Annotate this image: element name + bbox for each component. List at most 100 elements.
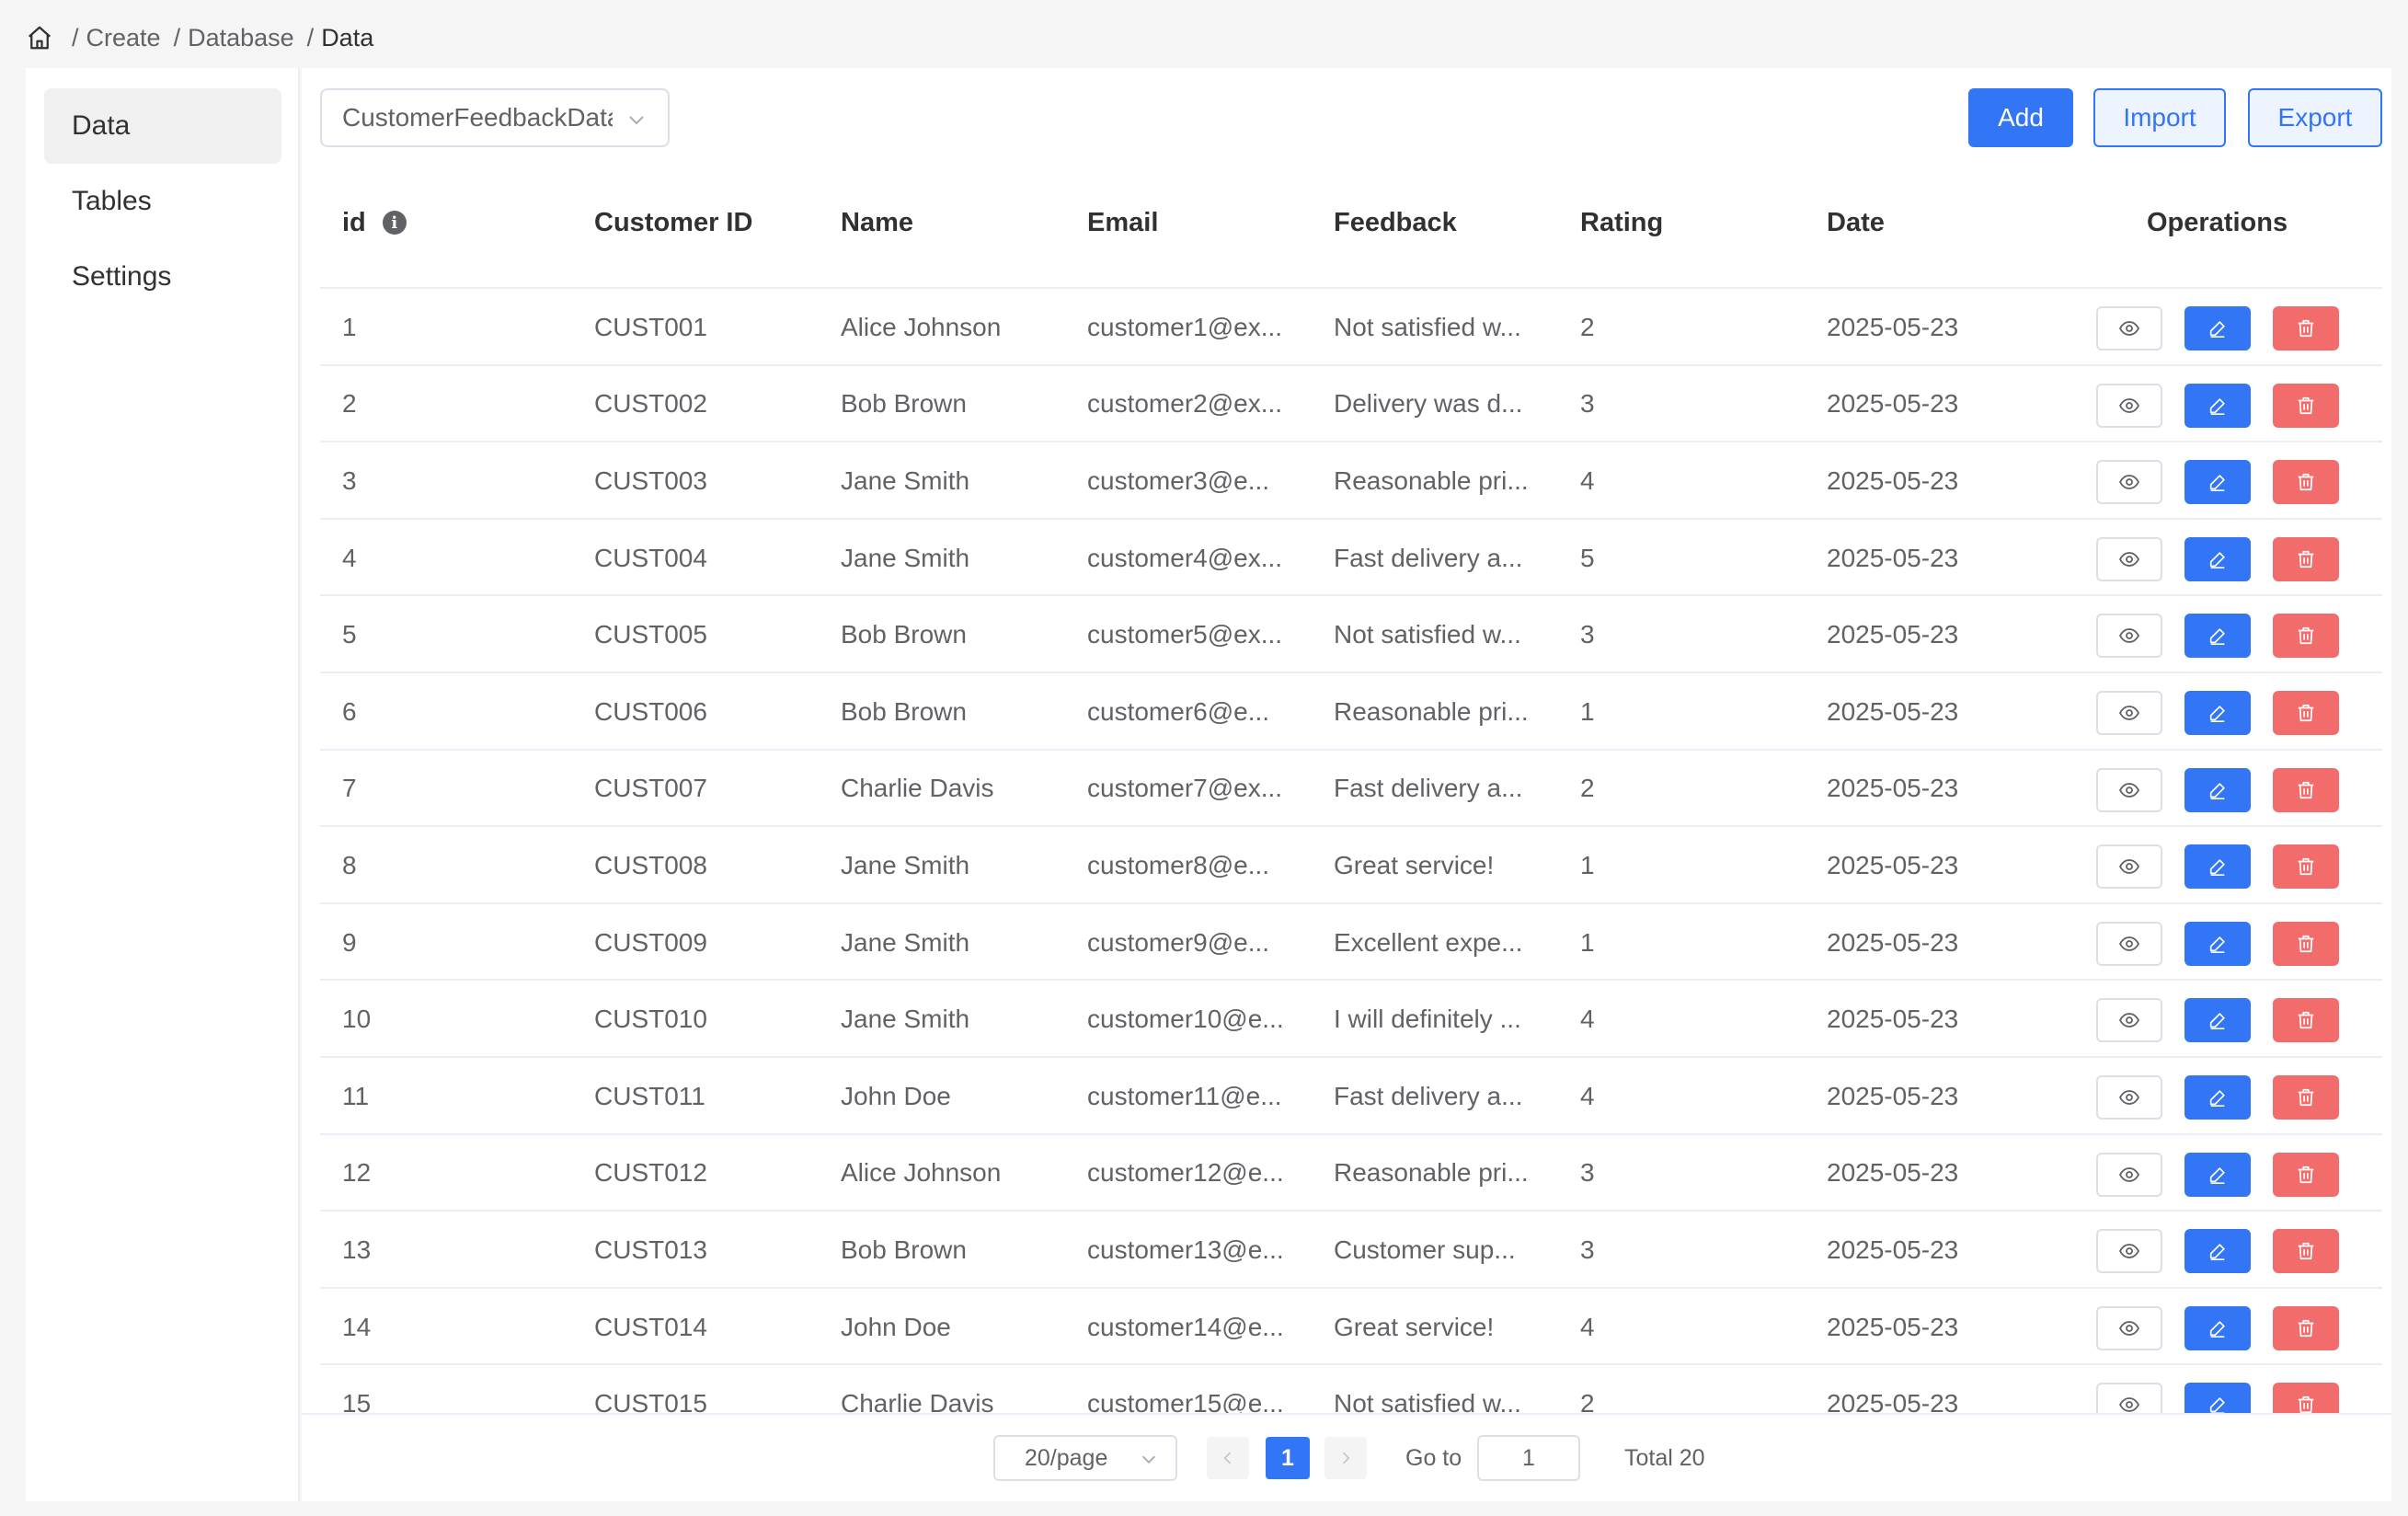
cell-customer-id: CUST002 [594,389,707,419]
sidebar-item-data[interactable]: Data [44,88,281,164]
delete-button[interactable] [2273,1383,2339,1413]
view-button[interactable] [2096,1152,2162,1197]
page-size-select[interactable]: 20/page [993,1435,1177,1481]
table-select[interactable]: CustomerFeedbackData [320,88,670,147]
table-row: 1 CUST001 Alice Johnson customer1@ex... Not … [320,289,2382,366]
delete-button[interactable] [2273,1074,2339,1120]
delete-button[interactable] [2273,1305,2339,1350]
chevron-down-icon [629,116,644,125]
delete-button[interactable] [2273,536,2339,581]
eye-icon [2118,471,2140,493]
table-row: 10 CUST010 Jane Smith customer10@e... I will… [320,981,2382,1058]
next-page-button[interactable] [1324,1437,1367,1479]
edit-icon [2207,396,2228,416]
sidebar-item-tables[interactable]: Tables [44,164,281,239]
breadcrumb-separator: / [306,23,315,52]
table-row: 9 CUST009 Jane Smith customer9@e... Excellen… [320,904,2382,982]
page-number-button[interactable]: 1 [1266,1437,1310,1479]
delete-button[interactable] [2273,844,2339,890]
eye-icon [2118,1086,2140,1108]
cell-date: 2025-05-23 [1827,1005,1959,1034]
export-button[interactable]: Export [2248,88,2382,147]
edit-button[interactable] [2184,1152,2251,1197]
cell-name: Bob Brown [841,696,967,726]
view-button[interactable] [2096,844,2162,890]
view-button[interactable] [2096,1229,2162,1274]
table-select-value: CustomerFeedbackData [342,103,613,132]
edit-button[interactable] [2184,460,2251,505]
edit-button[interactable] [2184,690,2251,735]
delete-button[interactable] [2273,998,2339,1043]
view-button[interactable] [2096,921,2162,966]
view-button[interactable] [2096,1383,2162,1413]
edit-icon [2207,780,2228,800]
delete-button[interactable] [2273,383,2339,428]
breadcrumb-database[interactable]: Database [188,24,294,52]
cell-name: Alice Johnson [841,1158,1002,1188]
cell-customer-id: CUST006 [594,696,707,726]
delete-button[interactable] [2273,1152,2339,1197]
edit-icon [2207,626,2228,646]
home-icon[interactable] [26,23,55,52]
cell-date: 2025-05-23 [1827,620,1959,649]
edit-button[interactable] [2184,1383,2251,1413]
info-icon[interactable]: i [382,211,407,235]
edit-button[interactable] [2184,998,2251,1043]
sidebar-item-settings[interactable]: Settings [44,239,281,315]
view-button[interactable] [2096,383,2162,428]
view-button[interactable] [2096,767,2162,812]
edit-button[interactable] [2184,383,2251,428]
cell-customer-id: CUST004 [594,543,707,572]
view-button[interactable] [2096,1305,2162,1350]
edit-button[interactable] [2184,536,2251,581]
view-button[interactable] [2096,536,2162,581]
delete-button[interactable] [2273,306,2339,350]
cell-rating: 4 [1580,465,1595,495]
edit-button[interactable] [2184,1305,2251,1350]
breadcrumb-create[interactable]: Create [86,24,161,52]
cell-email: customer12@e... [1087,1158,1284,1188]
cell-date: 2025-05-23 [1827,1081,1959,1110]
edit-button[interactable] [2184,614,2251,659]
delete-button[interactable] [2273,690,2339,735]
view-button[interactable] [2096,306,2162,350]
add-button[interactable]: Add [1968,88,2073,147]
breadcrumb-separator: / [72,23,79,52]
delete-button[interactable] [2273,460,2339,505]
delete-button[interactable] [2273,1229,2339,1274]
cell-date: 2025-05-23 [1827,1235,1959,1264]
import-button[interactable]: Import [2093,88,2226,147]
delete-button[interactable] [2273,921,2339,966]
cell-customer-id: CUST009 [594,927,707,957]
view-button[interactable] [2096,614,2162,659]
edit-button[interactable] [2184,921,2251,966]
cell-feedback: Delivery was d... [1334,389,1523,419]
sidebar-item-label: Settings [72,261,172,292]
trash-icon [2296,318,2316,339]
prev-page-button[interactable] [1207,1437,1249,1479]
trash-icon [2296,934,2316,954]
edit-button[interactable] [2184,1229,2251,1274]
delete-button[interactable] [2273,767,2339,812]
view-button[interactable] [2096,1074,2162,1120]
trash-icon [2296,780,2316,800]
cell-date: 2025-05-23 [1827,465,1959,495]
trash-icon [2296,1165,2316,1185]
eye-icon [2118,779,2140,801]
edit-button[interactable] [2184,844,2251,890]
edit-button[interactable] [2184,1074,2251,1120]
edit-button[interactable] [2184,306,2251,350]
view-button[interactable] [2096,998,2162,1043]
view-button[interactable] [2096,460,2162,505]
breadcrumb-separator: / [173,23,181,52]
view-button[interactable] [2096,690,2162,735]
cell-name: Bob Brown [841,389,967,419]
edit-button[interactable] [2184,767,2251,812]
delete-button[interactable] [2273,614,2339,659]
cell-email: customer10@e... [1087,1005,1284,1034]
cell-feedback: Great service! [1334,850,1495,879]
cell-customer-id: CUST008 [594,850,707,879]
cell-id: 6 [342,696,357,726]
cell-name: Jane Smith [841,850,970,879]
goto-page-input[interactable]: 1 [1477,1435,1580,1481]
